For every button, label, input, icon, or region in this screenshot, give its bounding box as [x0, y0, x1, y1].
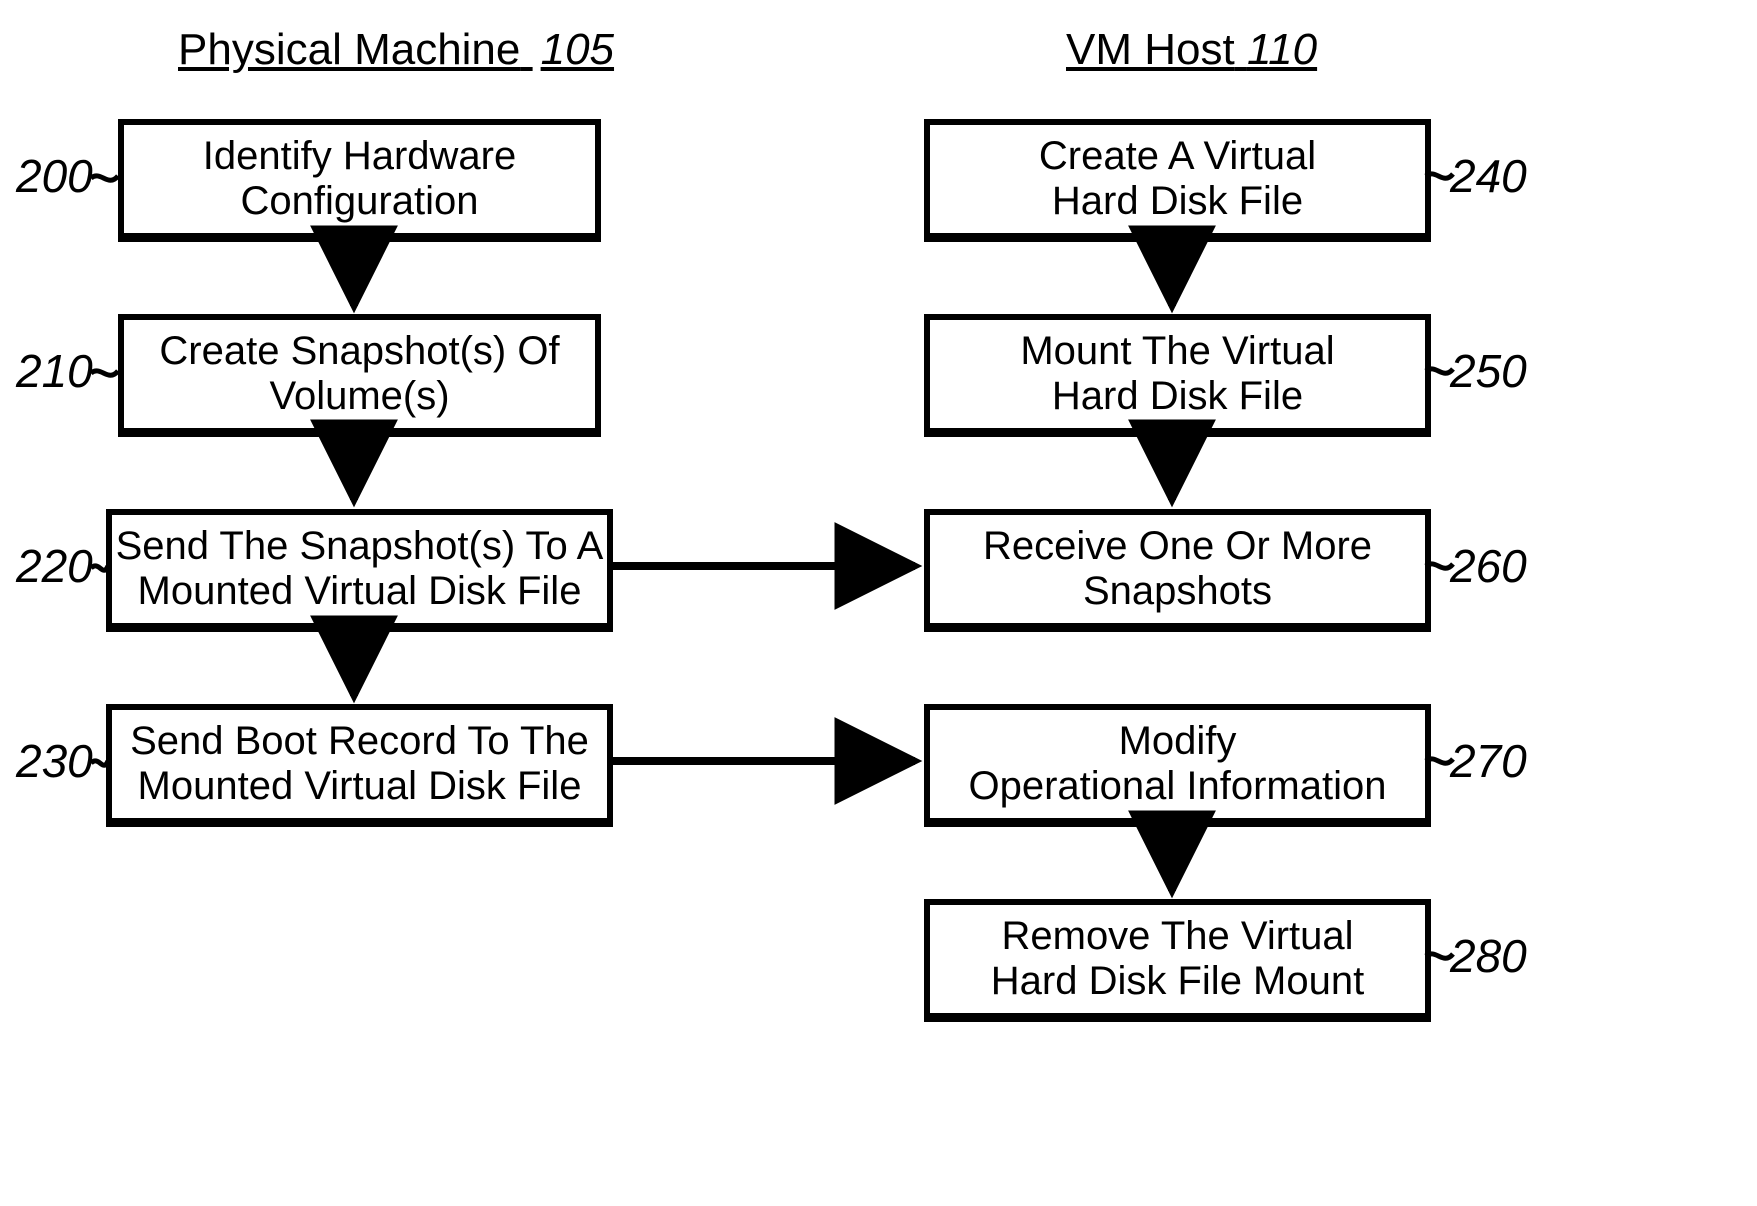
box-210-line1: Create Snapshot(s) Of — [124, 329, 595, 374]
ref-260: 260 — [1450, 539, 1527, 593]
box-identify-hardware: Identify Hardware Configuration — [118, 119, 601, 242]
ref-240: 240 — [1450, 149, 1527, 203]
heading-right-text: VM Host — [1066, 25, 1235, 74]
box-270-line2: Operational Information — [930, 764, 1425, 809]
box-mount-vhd: Mount The Virtual Hard Disk File — [924, 314, 1431, 437]
box-200-line2: Configuration — [124, 179, 595, 224]
box-create-snapshots: Create Snapshot(s) Of Volume(s) — [118, 314, 601, 437]
squiggle-200 — [91, 176, 118, 180]
heading-physical-machine: Physical Machine 105 — [178, 25, 614, 75]
box-260-line2: Snapshots — [930, 569, 1425, 614]
box-280-line2: Hard Disk File Mount — [930, 959, 1425, 1004]
box-210-line2: Volume(s) — [124, 374, 595, 419]
ref-280: 280 — [1450, 929, 1527, 983]
heading-left-text: Physical Machine — [178, 25, 520, 74]
ref-220: 220 — [16, 539, 93, 593]
box-send-boot-record: Send Boot Record To The Mounted Virtual … — [106, 704, 613, 827]
box-230-line2: Mounted Virtual Disk File — [112, 764, 607, 809]
heading-right-num: 110 — [1247, 25, 1317, 74]
box-220-line1: Send The Snapshot(s) To A — [112, 524, 607, 569]
squiggle-210 — [91, 371, 118, 375]
ref-210: 210 — [16, 344, 93, 398]
box-remove-mount: Remove The Virtual Hard Disk File Mount — [924, 899, 1431, 1022]
heading-left-num: 105 — [541, 25, 614, 74]
box-240-line2: Hard Disk File — [930, 179, 1425, 224]
box-230-line1: Send Boot Record To The — [112, 719, 607, 764]
box-200-line1: Identify Hardware — [124, 134, 595, 179]
box-270-line1: Modify — [930, 719, 1425, 764]
box-240-line1: Create A Virtual — [930, 134, 1425, 179]
box-send-snapshots: Send The Snapshot(s) To A Mounted Virtua… — [106, 509, 613, 632]
box-250-line2: Hard Disk File — [930, 374, 1425, 419]
box-280-line1: Remove The Virtual — [930, 914, 1425, 959]
ref-270: 270 — [1450, 734, 1527, 788]
ref-250: 250 — [1450, 344, 1527, 398]
box-modify-op-info: Modify Operational Information — [924, 704, 1431, 827]
ref-230: 230 — [16, 734, 93, 788]
ref-200: 200 — [16, 149, 93, 203]
box-260-line1: Receive One Or More — [930, 524, 1425, 569]
box-receive-snapshots: Receive One Or More Snapshots — [924, 509, 1431, 632]
heading-vm-host: VM Host 110 — [1066, 25, 1317, 75]
box-create-vhd: Create A Virtual Hard Disk File — [924, 119, 1431, 242]
box-250-line1: Mount The Virtual — [930, 329, 1425, 374]
box-220-line2: Mounted Virtual Disk File — [112, 569, 607, 614]
diagram-canvas: Physical Machine 105 VM Host 110 Identif… — [0, 0, 1757, 1206]
